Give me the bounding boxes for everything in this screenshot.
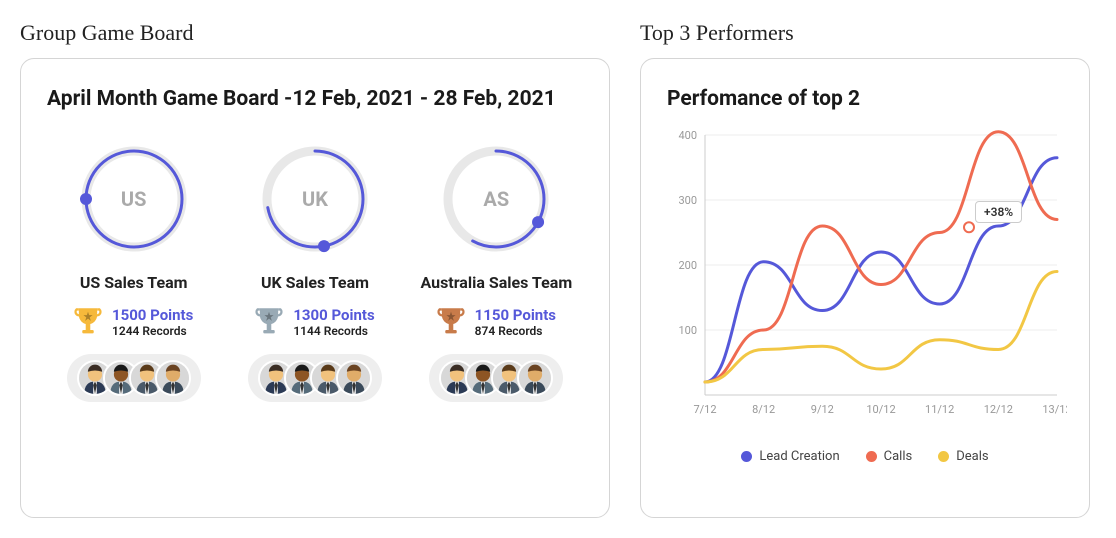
progress-ring: US [74, 139, 194, 259]
team-card: AS Australia Sales Team 1150 Points 874 … [410, 139, 583, 402]
score-row: 1500 Points 1244 Records [47, 306, 220, 338]
avatar [155, 360, 191, 396]
legend-dot-icon [866, 451, 877, 462]
svg-text:9/12: 9/12 [811, 403, 834, 416]
avatar-group [67, 354, 201, 402]
progress-ring: UK [255, 139, 375, 259]
avatar-group [248, 354, 382, 402]
section-title-group: Group Game Board [20, 20, 610, 46]
score-row: 1300 Points 1144 Records [228, 306, 401, 338]
progress-ring: AS [436, 139, 556, 259]
svg-text:8/12: 8/12 [752, 403, 775, 416]
records-value: 1144 Records [293, 324, 374, 338]
performance-chart: 1002003004007/128/129/1210/1211/1212/121… [667, 125, 1063, 435]
svg-text:400: 400 [678, 129, 697, 142]
svg-text:100: 100 [678, 324, 697, 337]
chart-legend: Lead Creation Calls Deals [667, 449, 1063, 464]
trophy-icon [255, 306, 283, 338]
svg-text:7/12: 7/12 [693, 403, 716, 416]
legend-calls: Calls [866, 449, 913, 464]
board-title: April Month Game Board -12 Feb, 2021 - 2… [47, 87, 583, 111]
chart-tooltip: +38% [975, 201, 1022, 223]
avatar-group [429, 354, 563, 402]
legend-label: Lead Creation [759, 449, 839, 464]
records-value: 1244 Records [112, 324, 193, 338]
team-name: Australia Sales Team [410, 273, 583, 292]
svg-text:200: 200 [678, 259, 697, 272]
avatar [517, 360, 553, 396]
chart-title: Perfomance of top 2 [667, 87, 1063, 111]
ring-label: AS [483, 187, 509, 211]
legend-label: Deals [956, 449, 988, 464]
legend-label: Calls [884, 449, 913, 464]
team-name: UK Sales Team [228, 273, 401, 292]
legend-deals: Deals [938, 449, 988, 464]
svg-text:13/12: 13/12 [1042, 403, 1067, 416]
team-card: US US Sales Team 1500 Points 1244 Record… [47, 139, 220, 402]
legend-dot-icon [741, 451, 752, 462]
avatar [336, 360, 372, 396]
svg-text:10/12: 10/12 [866, 403, 895, 416]
svg-text:300: 300 [678, 194, 697, 207]
legend-lead-creation: Lead Creation [741, 449, 839, 464]
section-title-performers: Top 3 Performers [640, 20, 1090, 46]
points-value: 1150 Points [475, 306, 556, 324]
records-value: 874 Records [475, 324, 556, 338]
svg-text:12/12: 12/12 [984, 403, 1013, 416]
trophy-icon [437, 306, 465, 338]
points-value: 1500 Points [112, 306, 193, 324]
points-value: 1300 Points [293, 306, 374, 324]
team-card: UK UK Sales Team 1300 Points 1144 Record… [228, 139, 401, 402]
legend-dot-icon [938, 451, 949, 462]
performance-panel: Perfomance of top 2 100 200 300 400 7/12 8/12… [640, 58, 1090, 518]
team-name: US Sales Team [47, 273, 220, 292]
trophy-icon [74, 306, 102, 338]
svg-text:11/12: 11/12 [925, 403, 954, 416]
score-row: 1150 Points 874 Records [410, 306, 583, 338]
ring-label: UK [302, 187, 328, 211]
ring-label: US [121, 187, 147, 211]
group-game-board-panel: April Month Game Board -12 Feb, 2021 - 2… [20, 58, 610, 518]
